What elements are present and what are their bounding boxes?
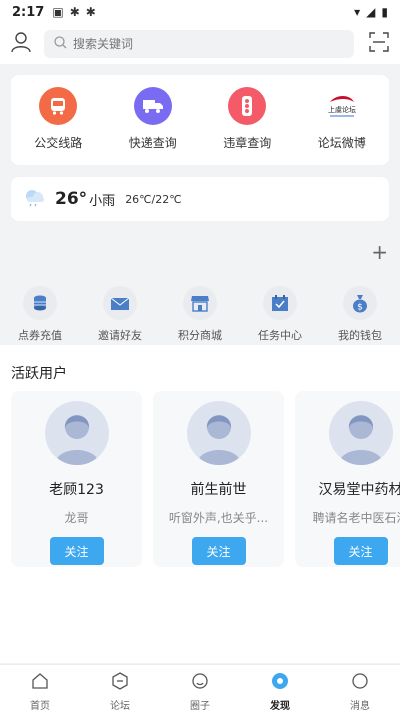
shop-icon bbox=[183, 286, 217, 320]
follow-button[interactable]: 关注 bbox=[49, 537, 104, 565]
quick-label: 积分商城 bbox=[178, 329, 222, 342]
user-card[interactable]: 汉易堂中药材 聘请名老中医石浪 关注 bbox=[295, 391, 400, 567]
status-time: 2:17 bbox=[12, 4, 45, 20]
wifi-icon: ▾ bbox=[354, 5, 361, 19]
top-bar bbox=[0, 24, 400, 64]
nav-card: 公交线路 快递查询 违章查询 上虞论坛 论坛微博 bbox=[11, 75, 389, 165]
quick-label: 邀请好友 bbox=[98, 329, 142, 342]
tab-discover[interactable]: 发现 bbox=[240, 665, 320, 710]
follow-button[interactable]: 关注 bbox=[191, 537, 246, 565]
message-icon bbox=[351, 672, 369, 694]
status-bar: 2:17 ▣ ✱ ✱ ▾ ◢ ▮ bbox=[0, 0, 400, 24]
tab-label: 首页 bbox=[30, 701, 50, 710]
bug-icon: ✱ bbox=[69, 5, 80, 19]
notification-icon: ▣ bbox=[52, 5, 64, 19]
nav-label: 违章查询 bbox=[223, 136, 272, 150]
signal-icon: ◢ bbox=[366, 5, 376, 19]
weather-condition: 小雨 bbox=[89, 193, 116, 209]
avatar bbox=[186, 401, 251, 465]
svg-text:$: $ bbox=[357, 303, 363, 313]
nav-label: 论坛微博 bbox=[317, 136, 366, 150]
weather-range: 26℃/22℃ bbox=[125, 192, 182, 206]
user-signature: 听窗外声,也关乎... bbox=[168, 511, 269, 525]
search-icon bbox=[54, 36, 67, 52]
search-box[interactable] bbox=[44, 30, 354, 58]
home-icon bbox=[31, 672, 49, 694]
tab-label: 发现 bbox=[270, 701, 290, 710]
tab-home[interactable]: 首页 bbox=[0, 665, 80, 710]
user-signature: 聘请名老中医石浪 bbox=[312, 511, 400, 525]
plus-icon[interactable]: + bbox=[371, 240, 388, 264]
bug-icon-2: ✱ bbox=[85, 5, 96, 19]
coins-icon bbox=[23, 286, 57, 320]
section-title: 活跃用户 bbox=[11, 366, 67, 382]
user-card[interactable]: 老顾123 龙哥 关注 bbox=[11, 391, 142, 567]
avatar bbox=[44, 401, 109, 465]
tab-forum[interactable]: 论坛 bbox=[80, 665, 160, 710]
search-input[interactable] bbox=[73, 37, 344, 51]
traffic-light-icon bbox=[228, 87, 267, 125]
tab-label: 圈子 bbox=[190, 701, 210, 710]
tab-messages[interactable]: 消息 bbox=[320, 665, 400, 710]
follow-button[interactable]: 关注 bbox=[333, 537, 388, 565]
quick-item-recharge[interactable]: 点券充值 bbox=[0, 270, 80, 345]
tab-label: 论坛 bbox=[110, 701, 130, 710]
battery-icon: ▮ bbox=[381, 5, 388, 19]
circle-icon bbox=[191, 672, 209, 694]
quick-label: 我的钱包 bbox=[338, 329, 382, 342]
quick-item-wallet[interactable]: $ 我的钱包 bbox=[320, 270, 400, 345]
scan-icon[interactable] bbox=[368, 31, 390, 57]
nav-label: 公交线路 bbox=[34, 136, 83, 150]
users-scroll[interactable]: 老顾123 龙哥 关注 前生前世 听窗外声,也关乎... 关注 汉易堂中药材 聘… bbox=[11, 391, 400, 567]
active-users-section: 活跃用户 老顾123 龙哥 关注 前生前世 听窗外声,也关乎... 关注 汉易堂… bbox=[0, 345, 400, 663]
calendar-check-icon bbox=[263, 286, 297, 320]
truck-icon bbox=[133, 87, 172, 125]
quick-label: 点券充值 bbox=[18, 329, 62, 342]
add-row: + bbox=[0, 234, 400, 270]
bottom-tab-bar: 首页 论坛 圈子 发现 消息 bbox=[0, 664, 400, 710]
nav-item-express[interactable]: 快递查询 bbox=[106, 75, 201, 165]
nav-item-bus[interactable]: 公交线路 bbox=[11, 75, 106, 165]
tab-circle[interactable]: 圈子 bbox=[160, 665, 240, 710]
tab-label: 消息 bbox=[350, 701, 370, 710]
forum-logo: 上虞论坛 bbox=[322, 87, 361, 125]
weather-temp: 26° bbox=[55, 189, 88, 209]
money-bag-icon: $ bbox=[343, 286, 377, 320]
bus-icon bbox=[39, 87, 78, 125]
user-signature: 龙哥 bbox=[64, 511, 89, 525]
weather-card[interactable]: 26° 小雨 26℃/22℃ bbox=[11, 177, 389, 221]
avatar bbox=[328, 401, 393, 465]
user-name: 汉易堂中药材 bbox=[318, 482, 400, 498]
discover-icon bbox=[271, 672, 289, 694]
forum-icon bbox=[111, 672, 129, 694]
user-name: 老顾123 bbox=[49, 482, 104, 498]
nav-label: 快递查询 bbox=[128, 136, 177, 150]
quick-label: 任务中心 bbox=[258, 329, 302, 342]
nav-item-violation[interactable]: 违章查询 bbox=[200, 75, 295, 165]
svg-text:上虞论坛: 上虞论坛 bbox=[328, 105, 356, 114]
user-name: 前生前世 bbox=[190, 482, 247, 498]
user-icon[interactable] bbox=[10, 31, 32, 57]
quick-item-invite[interactable]: 邀请好友 bbox=[80, 270, 160, 345]
quick-item-tasks[interactable]: 任务中心 bbox=[240, 270, 320, 345]
quick-actions: 点券充值 邀请好友 积分商城 任务中心 $ 我的钱包 bbox=[0, 270, 400, 345]
envelope-icon bbox=[103, 286, 137, 320]
nav-item-forum[interactable]: 上虞论坛 论坛微博 bbox=[295, 75, 390, 165]
user-card[interactable]: 前生前世 听窗外声,也关乎... 关注 bbox=[153, 391, 284, 567]
cloud-rain-icon bbox=[23, 187, 47, 211]
quick-item-shop[interactable]: 积分商城 bbox=[160, 270, 240, 345]
